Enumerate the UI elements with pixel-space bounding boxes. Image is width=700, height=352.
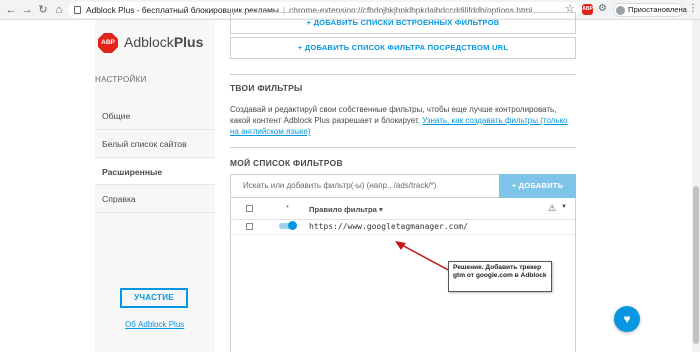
warning-icon[interactable]: ⚠ — [548, 203, 556, 214]
paused-label: Приостановлена — [628, 5, 687, 14]
divider — [230, 74, 576, 75]
add-list-by-url-button[interactable]: + ДОБАВИТЬ СПИСОК ФИЛЬТРА ПОСРЕДСТВОМ UR… — [230, 37, 576, 59]
brand-normal: Adblock — [124, 34, 174, 50]
extensions-icon[interactable]: ⚙ — [598, 3, 607, 14]
main-content: + ДОБАВИТЬ СПИСКИ ВСТРОЕННЫХ ФИЛЬТРОВ + … — [215, 12, 585, 352]
column-rule-label: Правило фильтра — [309, 205, 377, 214]
my-filter-list-heading: МОЙ СПИСОК ФИЛЬТРОВ — [230, 158, 343, 168]
row-checkbox[interactable] — [246, 223, 253, 230]
add-filter-button[interactable]: + ДОБАВИТЬ — [499, 174, 576, 198]
sidebar: ABP AdblockPlus НАСТРОЙКИ Общие Белый сп… — [95, 20, 215, 352]
brand-name: AdblockPlus — [124, 34, 203, 50]
sidebar-item-advanced[interactable]: Расширенные — [95, 157, 215, 185]
filter-search-input[interactable]: Искать или добавить фильтр(-ы) (напр., /… — [230, 174, 499, 198]
add-builtin-lists-button[interactable]: + ДОБАВИТЬ СПИСКИ ВСТРОЕННЫХ ФИЛЬТРОВ — [230, 12, 576, 34]
your-filters-heading: ТВОИ ФИЛЬТРЫ — [230, 83, 303, 93]
heart-icon[interactable]: ♥ — [614, 306, 640, 332]
abp-extension-icon[interactable]: ABP — [582, 4, 593, 15]
filter-enabled-toggle[interactable] — [279, 221, 297, 230]
status-column-icon[interactable]: • — [286, 202, 289, 211]
profile-paused-button[interactable]: Приостановлена — [613, 3, 687, 17]
scrollbar-thumb[interactable] — [693, 186, 699, 344]
browser-menu-icon[interactable]: ⋮ — [688, 3, 698, 14]
filter-rule-text[interactable]: https://www.googletagmanager.com/ — [309, 222, 468, 231]
avatar — [616, 6, 625, 15]
annotation-callout: Решение. Добавить трекер gtm от google.c… — [448, 261, 552, 292]
column-header-rule[interactable]: Правило фильтра ▾ — [309, 205, 383, 214]
brand-bold: Plus — [173, 34, 204, 50]
home-icon[interactable]: ⌂ — [52, 3, 66, 17]
forward-icon[interactable]: → — [20, 3, 34, 17]
reload-icon[interactable]: ↻ — [36, 3, 50, 17]
abp-logo-icon: ABP — [98, 33, 118, 53]
row-divider — [231, 234, 575, 235]
divider — [230, 147, 576, 148]
back-icon[interactable]: ← — [4, 3, 18, 17]
info-icon[interactable] — [74, 6, 81, 14]
about-link[interactable]: Об Adblock Plus — [125, 320, 184, 329]
contribute-button[interactable]: УЧАСТИЕ — [120, 288, 188, 308]
table-header: • Правило фильтра ▾ ⚠ ▼ — [231, 198, 575, 220]
toggle-knob — [288, 221, 297, 230]
sidebar-item-help[interactable]: Справка — [95, 185, 215, 213]
sidebar-item-whitelist[interactable]: Белый список сайтов — [95, 130, 215, 158]
sidebar-item-general[interactable]: Общие — [95, 102, 215, 130]
settings-heading: НАСТРОЙКИ — [95, 75, 147, 84]
select-all-checkbox[interactable] — [246, 205, 253, 212]
table-row[interactable]: https://www.googletagmanager.com/ — [231, 220, 575, 235]
your-filters-description: Создавай и редактируй свои собственные ф… — [230, 104, 576, 137]
chevron-down-icon[interactable]: ▼ — [561, 204, 567, 210]
